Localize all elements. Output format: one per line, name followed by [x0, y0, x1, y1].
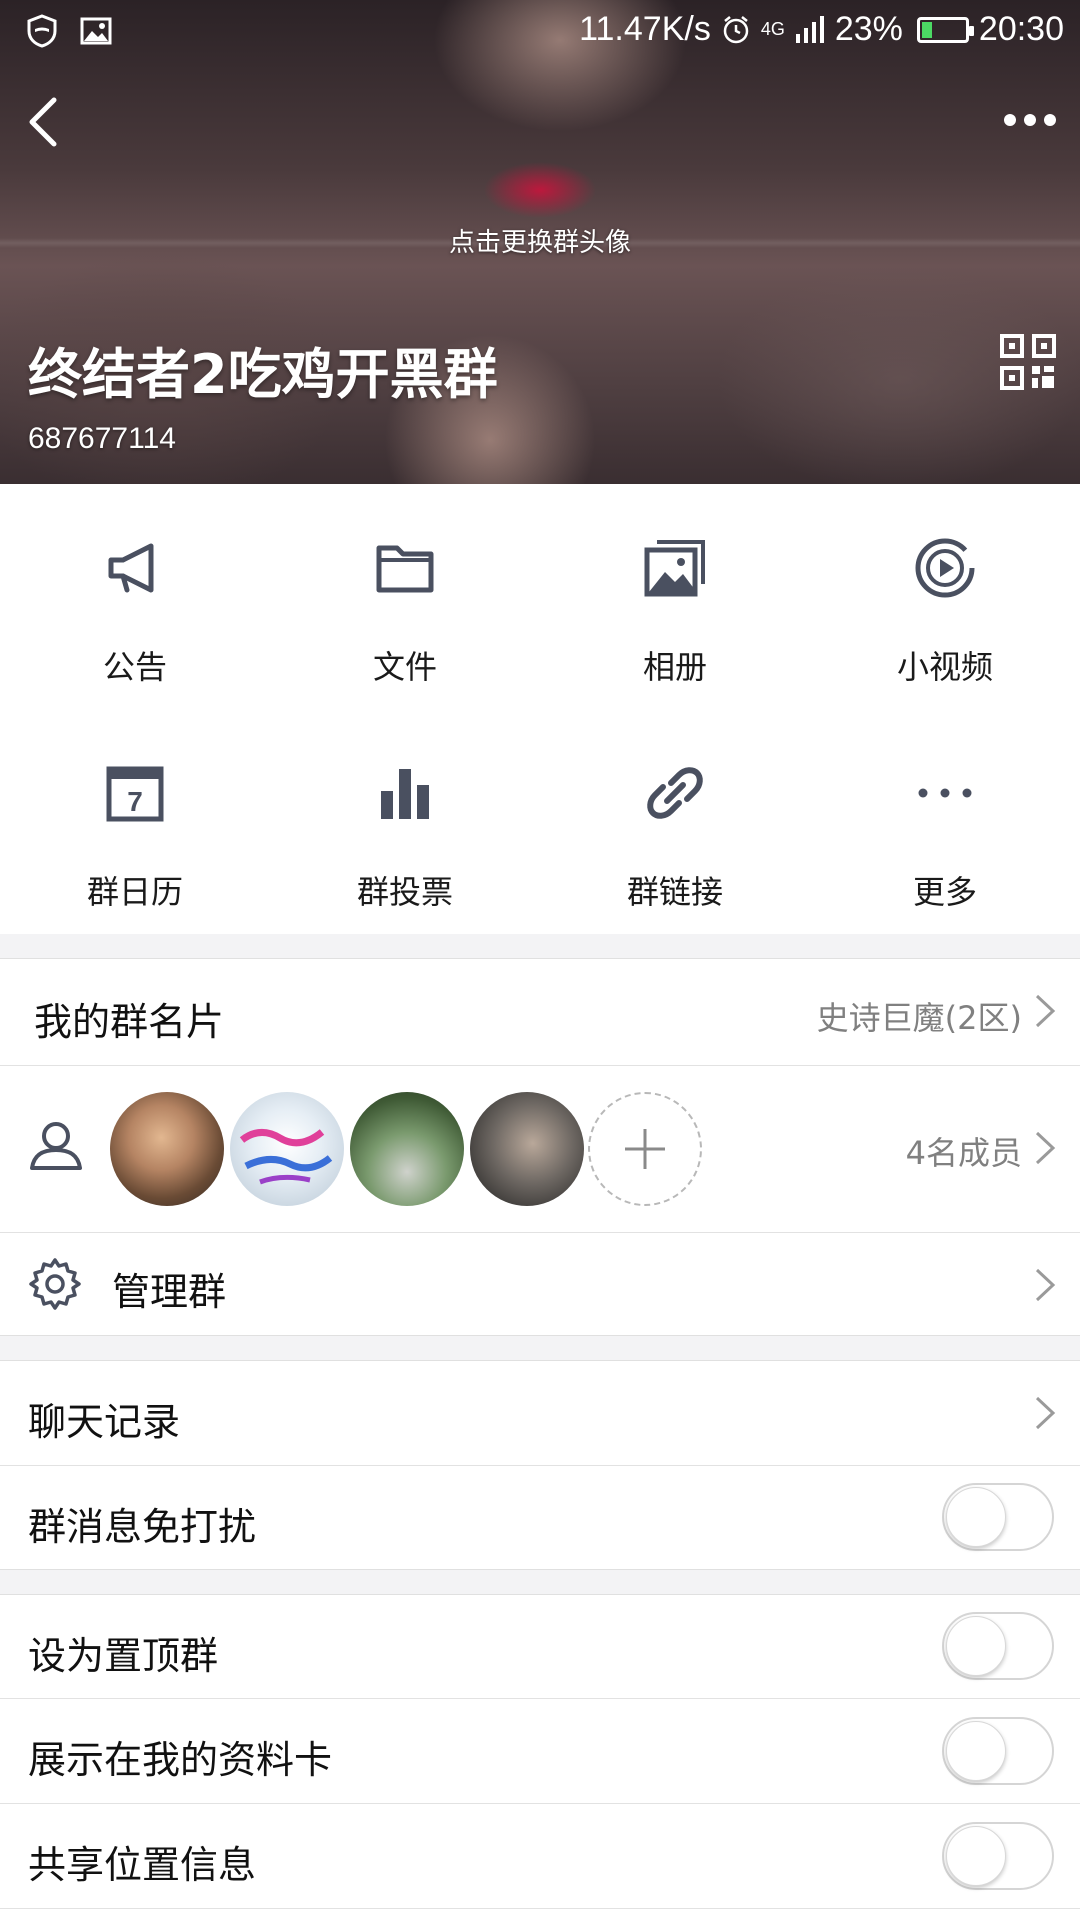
- album-icon: [644, 540, 705, 597]
- feature-files[interactable]: 文件: [270, 484, 540, 709]
- feature-label: 相册: [642, 648, 707, 686]
- my-group-card-label: 我的群名片: [34, 1000, 225, 1044]
- feature-label: 群日历: [86, 873, 183, 911]
- show-on-profile-toggle[interactable]: [942, 1717, 1054, 1785]
- chat-history-row[interactable]: 聊天记录: [0, 1361, 1080, 1465]
- alarm-icon: [723, 15, 749, 43]
- feature-vote[interactable]: 群投票: [270, 709, 540, 934]
- member-avatar[interactable]: [110, 1092, 224, 1206]
- feature-label: 文件: [372, 648, 437, 686]
- clock: 20:30: [978, 10, 1064, 48]
- gallery-notification-icon: [80, 17, 112, 45]
- qr-code-icon[interactable]: [1000, 334, 1056, 390]
- chevron-right-icon: [1035, 1396, 1056, 1430]
- feature-album[interactable]: 相册: [540, 484, 810, 709]
- battery-percent: 23%: [834, 10, 903, 48]
- manage-group-row[interactable]: 管理群: [0, 1233, 1080, 1335]
- link-icon: [647, 767, 703, 819]
- network-type: 4G: [760, 19, 785, 39]
- chevron-right-icon: [1035, 1268, 1056, 1302]
- feature-label: 群链接: [626, 873, 723, 911]
- share-location-row: 共享位置信息: [0, 1804, 1080, 1908]
- divider: [0, 1908, 1080, 1909]
- more-options-icon[interactable]: [1000, 100, 1060, 140]
- feature-label: 群投票: [356, 873, 453, 911]
- member-avatar[interactable]: [350, 1092, 464, 1206]
- feature-label: 更多: [912, 873, 977, 911]
- network-speed: 11.47K/s: [579, 10, 711, 48]
- more-icon: [918, 788, 972, 798]
- feature-announcement[interactable]: 公告: [0, 484, 270, 709]
- pin-group-row: 设为置顶群: [0, 1595, 1080, 1698]
- gear-icon: [29, 1258, 81, 1310]
- chevron-right-icon: [1035, 994, 1056, 1028]
- my-group-card-row[interactable]: 我的群名片 史诗巨魔(2区): [0, 959, 1080, 1065]
- calendar-day-number: 7: [127, 786, 143, 817]
- feature-more[interactable]: 更多: [810, 709, 1080, 934]
- feature-label: 小视频: [896, 648, 993, 686]
- chat-history-label: 聊天记录: [28, 1400, 181, 1444]
- pin-group-label: 设为置顶群: [28, 1634, 219, 1678]
- folder-icon: [376, 545, 434, 593]
- feature-grid: 公告 文件 相册 小视频 7 群日历 群投票 群链接 更多: [0, 484, 1080, 934]
- my-group-card-value: 史诗巨魔(2区): [816, 999, 1022, 1037]
- share-location-label: 共享位置信息: [28, 1843, 257, 1887]
- back-arrow-icon[interactable]: [14, 92, 74, 152]
- feature-label: 公告: [102, 648, 167, 686]
- battery-icon: [916, 16, 974, 43]
- calendar-icon: 7: [106, 766, 164, 822]
- mute-row: 群消息免打扰: [0, 1466, 1080, 1569]
- show-on-profile-row: 展示在我的资料卡: [0, 1699, 1080, 1803]
- share-location-toggle[interactable]: [942, 1822, 1054, 1890]
- status-bar: 11.47K/s 4G 23% 20:30: [0, 0, 1080, 62]
- feature-short-video[interactable]: 小视频: [810, 484, 1080, 709]
- feature-calendar[interactable]: 7 群日历: [0, 709, 270, 934]
- member-count: 4名成员: [905, 1134, 1022, 1172]
- group-header-cover[interactable]: 11.47K/s 4G 23% 20:30 点击更换群头像 终结者2吃鸡开黑群 …: [0, 0, 1080, 484]
- mute-label: 群消息免打扰: [28, 1505, 257, 1549]
- manage-group-label: 管理群: [112, 1270, 227, 1314]
- change-avatar-hint[interactable]: 点击更换群头像: [0, 222, 1080, 259]
- security-shield-icon: [27, 14, 57, 48]
- mute-toggle[interactable]: [942, 1483, 1054, 1551]
- signal-icon: [795, 15, 824, 43]
- member-avatar[interactable]: [470, 1092, 584, 1206]
- add-member-button[interactable]: [588, 1092, 702, 1206]
- video-icon: [915, 538, 975, 598]
- members-icon: [30, 1122, 82, 1170]
- vote-icon: [381, 769, 429, 819]
- pin-group-toggle[interactable]: [942, 1612, 1054, 1680]
- show-on-profile-label: 展示在我的资料卡: [28, 1738, 333, 1782]
- plus-icon: [625, 1129, 665, 1169]
- group-id: 687677114: [28, 422, 176, 455]
- megaphone-icon: [108, 543, 154, 593]
- chevron-right-icon: [1035, 1131, 1056, 1165]
- avatar-art: [239, 1129, 333, 1185]
- member-avatar[interactable]: [230, 1092, 344, 1206]
- feature-link[interactable]: 群链接: [540, 709, 810, 934]
- group-name: 终结者2吃鸡开黑群: [28, 343, 498, 406]
